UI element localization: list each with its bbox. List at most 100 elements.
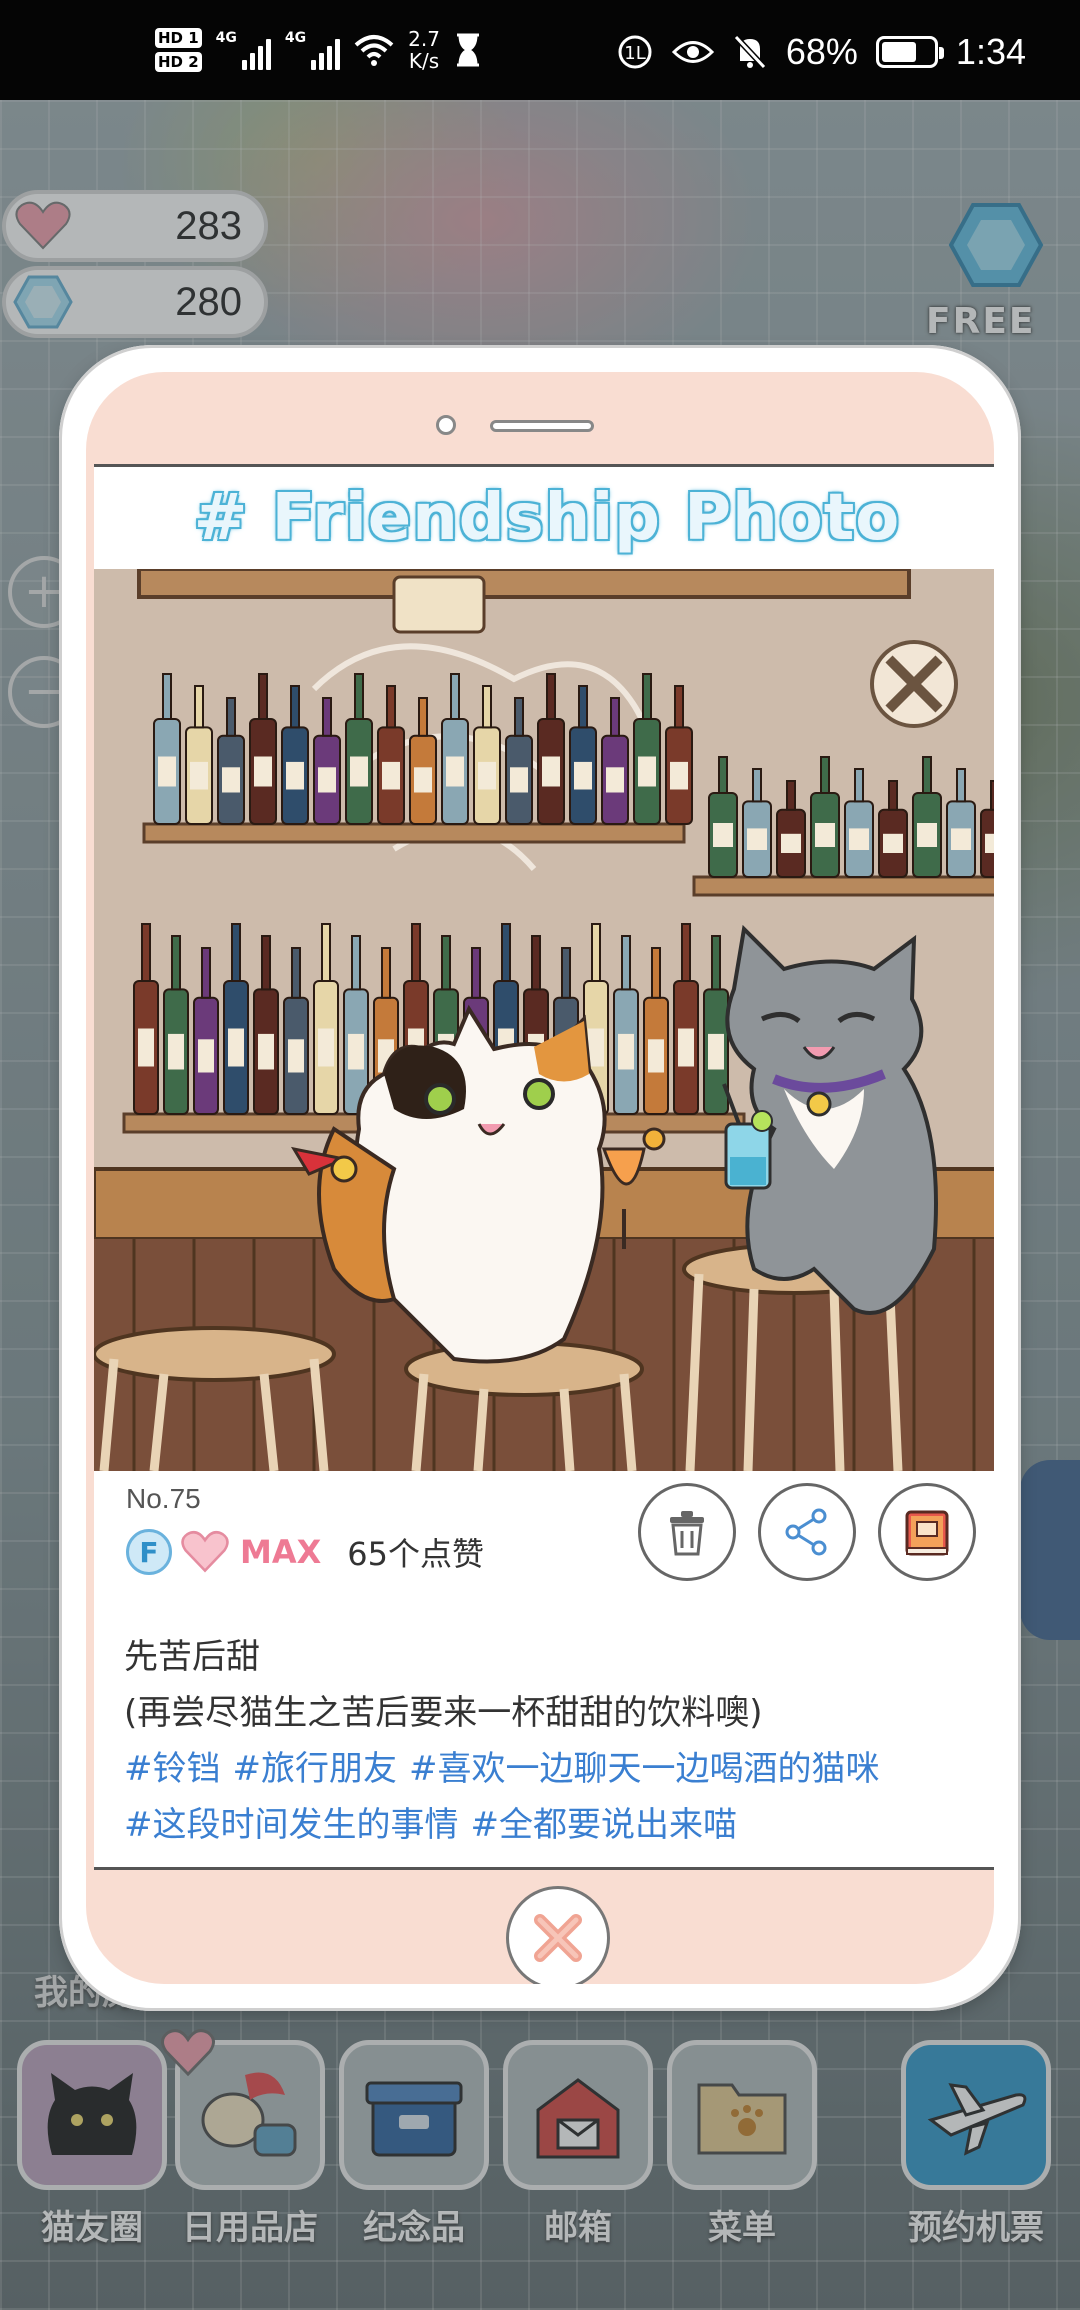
bottle-label	[713, 823, 733, 847]
bottle-neck	[610, 697, 620, 737]
tag[interactable]: #喜欢一边聊天一边喝酒的猫咪	[409, 1749, 880, 1789]
battery-icon	[875, 36, 944, 68]
bottle-neck	[820, 756, 830, 794]
bottle-neck	[418, 697, 428, 737]
caption-title: 先苦后甜	[124, 1637, 260, 1677]
bottle-label	[638, 756, 656, 787]
bottle-label	[350, 756, 368, 787]
mute-bell-icon	[733, 34, 767, 70]
network-speed: 2.7 K/s	[408, 28, 440, 72]
bottle-label	[917, 823, 937, 847]
bottle-label	[190, 761, 208, 790]
trash-icon	[670, 1511, 704, 1556]
bottle-neck	[591, 923, 601, 982]
photo-screen: # Friendship Photo No.75 F MAX 65个点赞 先苦后…	[94, 464, 994, 1870]
bar-scene-illustration	[94, 569, 994, 1471]
bottle-neck	[561, 947, 571, 999]
bottle-label	[883, 833, 903, 853]
bottle-neck	[482, 685, 492, 729]
delete-photo-button[interactable]	[638, 1483, 736, 1581]
bottle-label	[542, 756, 560, 787]
bottle-label	[222, 767, 240, 793]
bottle-label	[286, 761, 304, 790]
status-right-cluster: 1L 68% 1:34	[616, 24, 1026, 80]
bottle-neck	[162, 673, 172, 720]
bottle-neck	[141, 923, 151, 982]
hd2-badge: HD 2	[155, 52, 202, 72]
close-button[interactable]	[506, 1886, 610, 1984]
tag[interactable]: #铃铛	[124, 1749, 221, 1789]
bottle-label	[815, 823, 835, 847]
bottle-neck	[956, 768, 966, 803]
share-photo-button[interactable]	[758, 1483, 856, 1581]
bottle-neck	[291, 947, 301, 999]
bottle-neck	[922, 756, 932, 794]
bottle-label	[318, 767, 336, 793]
bottle-neck	[501, 923, 511, 982]
bottle-neck	[450, 673, 460, 720]
bottle-neck	[546, 673, 556, 720]
clock: 1:34	[955, 31, 1026, 72]
friendship-photo[interactable]	[94, 569, 994, 1471]
bottle-label	[382, 761, 400, 790]
bottle-neck	[194, 685, 204, 729]
bottle-label	[228, 1028, 244, 1067]
bottle-neck	[386, 685, 396, 729]
bottle-label	[588, 1028, 604, 1067]
bottle-neck	[674, 685, 684, 729]
phone-top-bezel	[86, 372, 994, 462]
bottle-label	[198, 1039, 214, 1073]
speaker-icon	[490, 420, 594, 432]
svg-text:1L: 1L	[624, 43, 645, 64]
bottle-neck	[711, 935, 721, 991]
bottle-neck	[321, 923, 331, 982]
tag[interactable]: #旅行朋友	[233, 1749, 398, 1789]
signal-2-icon: 4G	[285, 30, 341, 70]
tag[interactable]: #这段时间发生的事情	[124, 1805, 459, 1845]
likes-count: 65个点赞	[347, 1535, 485, 1573]
photo-caption: 先苦后甜 (再尝尽猫生之苦后要来一杯甜甜的饮料噢) #铃铛 #旅行朋友 #喜欢一边聊…	[124, 1629, 974, 1853]
status-bar: HD 1 HD 2 4G 4G 2.7 K/s 1L 68% 1:34	[0, 0, 1080, 100]
tag[interactable]: #全都要说出来喵	[471, 1805, 738, 1845]
friendship-badge-icon: F	[126, 1529, 172, 1575]
bottle-neck	[261, 935, 271, 991]
eye-comfort-icon	[671, 41, 714, 63]
bottle-label	[951, 828, 971, 850]
bottle-neck	[290, 685, 300, 729]
battery-percent: 68%	[785, 31, 858, 72]
bottle-neck	[718, 756, 728, 794]
bottle-label	[254, 756, 272, 787]
bottle-label	[849, 828, 869, 850]
bottle-neck	[322, 697, 332, 737]
bottle-label	[618, 1033, 634, 1070]
bottle-neck	[681, 923, 691, 982]
bottle-label	[258, 1033, 274, 1070]
close-icon	[534, 1914, 582, 1962]
heart-icon	[181, 1531, 229, 1573]
camera-icon	[436, 415, 456, 435]
bottle-label	[510, 767, 528, 793]
hd1-badge: HD 1	[155, 28, 202, 48]
bottle-label	[708, 1033, 724, 1070]
speed-value: 2.7	[408, 27, 440, 51]
caption-subtitle: (再尝尽猫生之苦后要来一杯甜甜的饮料噢)	[124, 1693, 763, 1733]
friendship-photo-modal: # Friendship Photo No.75 F MAX 65个点赞 先苦后…	[59, 345, 1021, 2011]
bottle-neck	[354, 673, 364, 720]
bottle-neck	[226, 697, 236, 737]
bottle-label	[781, 833, 801, 853]
bottle-label	[168, 1033, 184, 1070]
bottle-label	[446, 756, 464, 787]
bottle-label	[414, 767, 432, 793]
album-photo-button[interactable]	[878, 1483, 976, 1581]
caption-tags-line-2: #这段时间发生的事情 #全都要说出来喵	[124, 1797, 974, 1853]
bottle-label	[574, 761, 592, 790]
bottle-neck	[381, 947, 391, 999]
bottle-neck	[411, 923, 421, 982]
bottle-label	[648, 1039, 664, 1073]
phone-frame: # Friendship Photo No.75 F MAX 65个点赞 先苦后…	[86, 372, 994, 1984]
bottle-neck	[441, 935, 451, 991]
bottle-neck	[854, 768, 864, 803]
bottle-neck	[651, 947, 661, 999]
status-left-cluster: HD 1 HD 2 4G 4G 2.7 K/s	[155, 22, 482, 78]
bottle-neck	[578, 685, 588, 729]
